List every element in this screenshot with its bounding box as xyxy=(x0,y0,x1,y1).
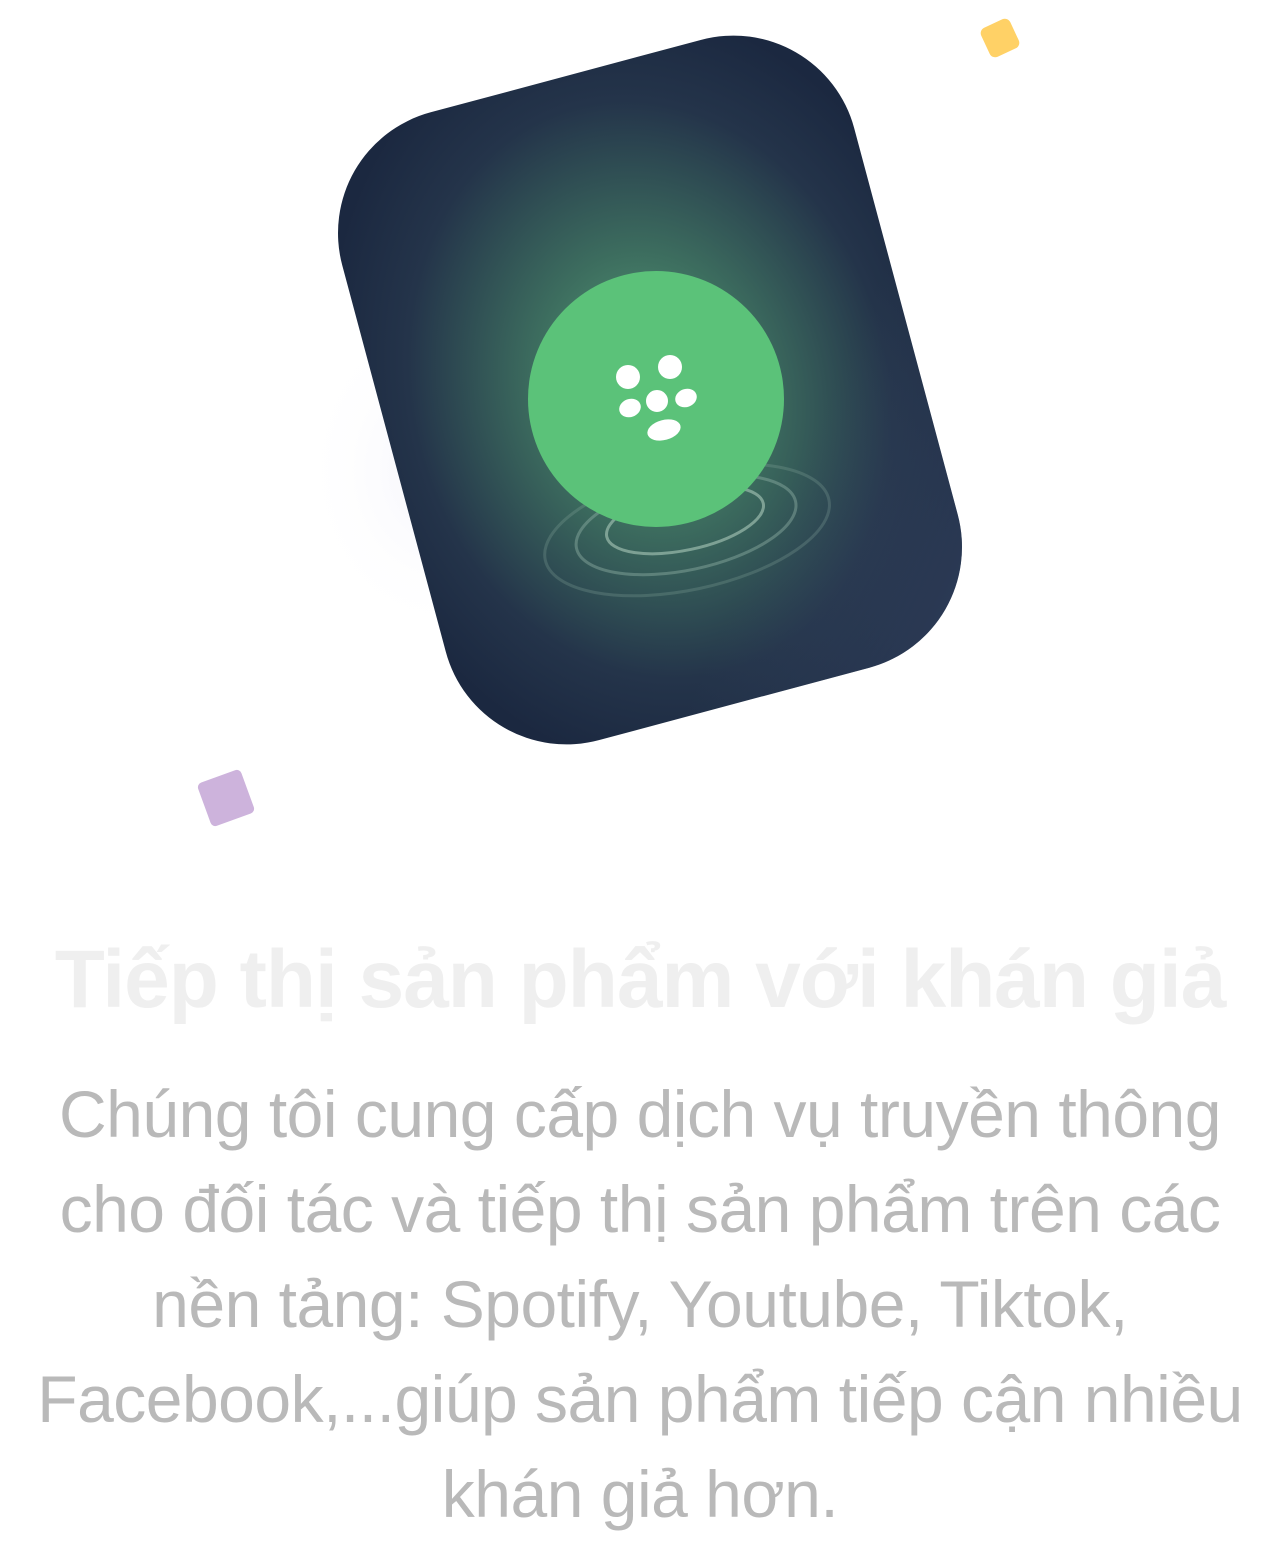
feature-illustration xyxy=(0,0,1280,860)
purple-confetti xyxy=(197,769,255,827)
feature-title: Tiếp thị sản phẩm với khán giả xyxy=(54,934,1227,1025)
feature-description: Chúng tôi cung cấp dịch vụ truyền thông … xyxy=(37,1077,1243,1531)
yellow-confetti xyxy=(980,18,1020,58)
illustration-canvas xyxy=(197,18,1020,827)
